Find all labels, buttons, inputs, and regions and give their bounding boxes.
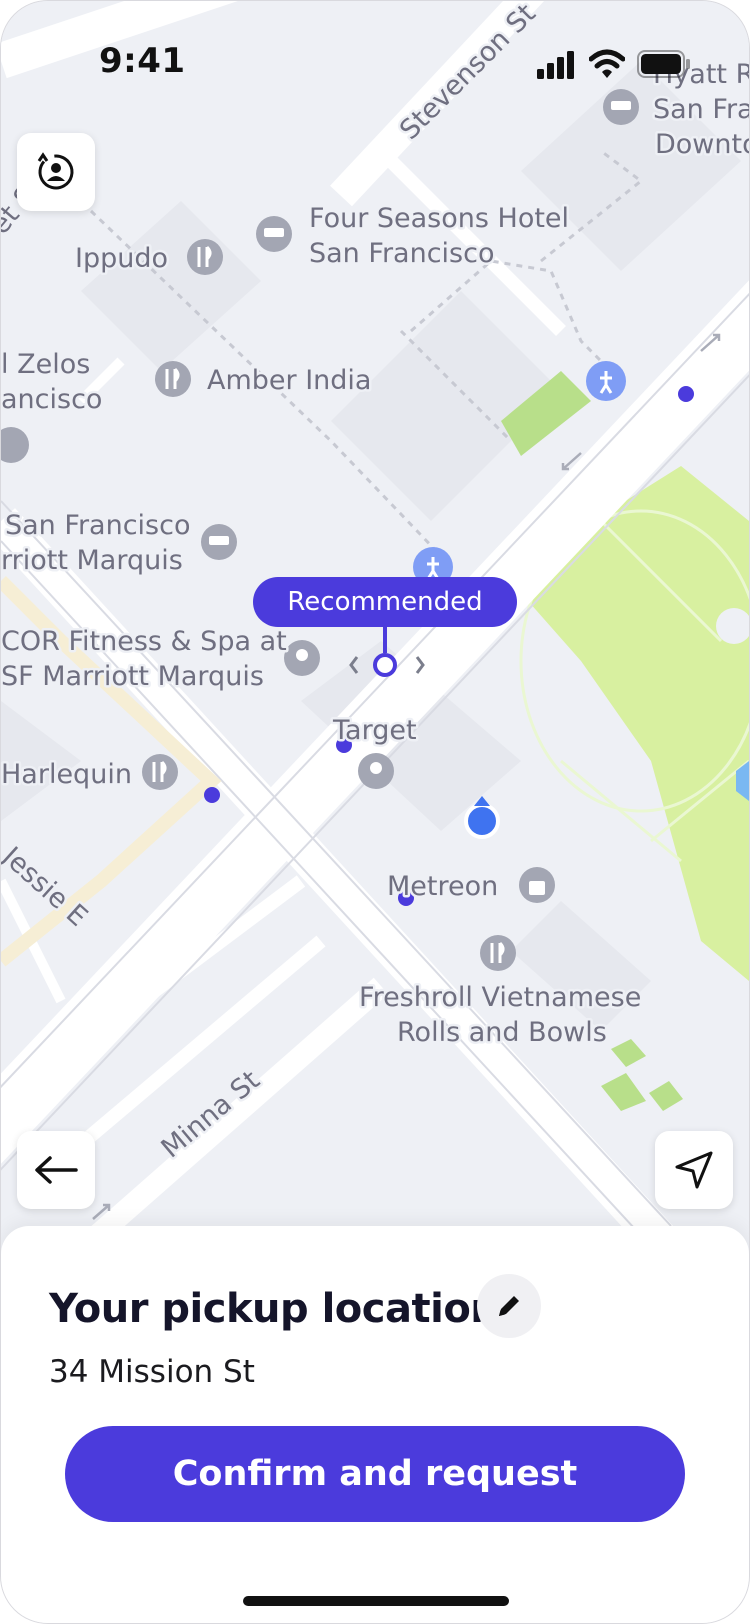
poi-label-zelos-1: l Zelos <box>1 349 90 380</box>
status-bar: 9:41 <box>1 1 749 121</box>
switch-rider-icon <box>37 152 74 190</box>
sheet-title: Your pickup location <box>49 1286 499 1332</box>
poi-label-amber-india: Amber India <box>207 365 371 396</box>
recommended-badge[interactable]: Recommended <box>253 577 517 627</box>
phone-screen: Stevenson St Minna St Jessie E et S Hyat… <box>0 0 750 1624</box>
confirm-request-button[interactable]: Confirm and request <box>65 1426 685 1522</box>
back-button[interactable] <box>17 1131 95 1209</box>
poi-label-freshroll-1: Freshroll Vietnamese <box>359 982 641 1013</box>
poi-label-marriott-1: San Francisco <box>5 510 190 541</box>
recommended-pin[interactable] <box>373 653 397 677</box>
edit-location-button[interactable] <box>477 1274 541 1338</box>
poi-label-fitness-2: SF Marriott Marquis <box>1 661 264 692</box>
pickup-sheet: Your pickup location 34 Mission St Confi… <box>1 1226 749 1623</box>
poi-label-hyatt-3: Downto <box>655 129 749 160</box>
poi-label-fitness-1: COR Fitness & Spa at <box>1 626 287 657</box>
wifi-icon <box>589 49 625 78</box>
poi-label-marriott-2: rriott Marquis <box>1 545 183 576</box>
navigation-arrow-icon <box>675 1151 713 1189</box>
poi-label-harlequin: Harlequin <box>1 759 132 790</box>
arrow-left-icon <box>35 1156 78 1184</box>
battery-icon <box>637 50 690 78</box>
poi-label-target: Target <box>332 715 417 746</box>
signal-icon <box>537 51 574 79</box>
recenter-button[interactable] <box>655 1131 733 1209</box>
poi-label-zelos-2: ancisco <box>1 384 102 415</box>
pickup-address: 34 Mission St <box>49 1354 255 1390</box>
poi-label-metreon: Metreon <box>387 871 498 902</box>
status-time: 9:41 <box>99 41 186 81</box>
switch-rider-button[interactable] <box>17 133 95 211</box>
poi-label-four-seasons-1: Four Seasons Hotel <box>309 203 569 234</box>
poi-label-ippudo: Ippudo <box>75 243 168 274</box>
poi-label-four-seasons-2: San Francisco <box>309 238 494 269</box>
poi-label-freshroll-2: Rolls and Bowls <box>397 1017 607 1048</box>
pencil-icon <box>499 1296 519 1316</box>
home-indicator[interactable] <box>243 1596 509 1606</box>
